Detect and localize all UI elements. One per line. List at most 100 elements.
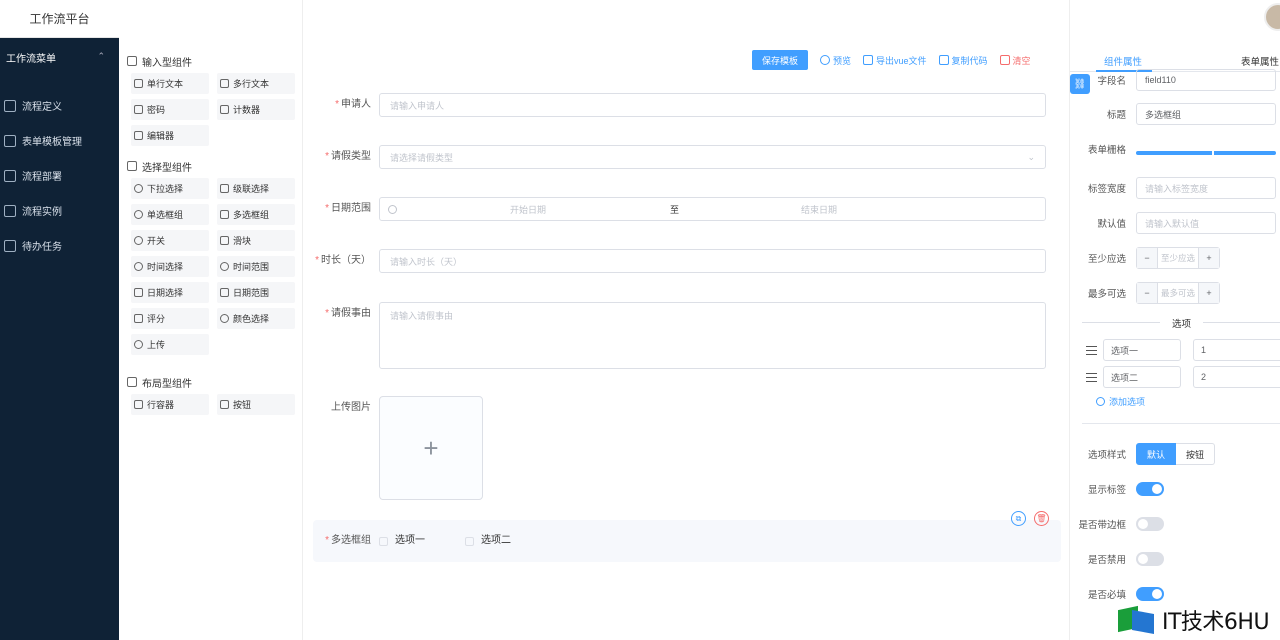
sidebar-item-process-definition[interactable]: 流程定义	[0, 88, 119, 123]
required-switch[interactable]	[1136, 587, 1164, 601]
export-vue-button[interactable]: 导出vue文件	[863, 54, 927, 67]
component-date-picker[interactable]: 日期选择	[131, 282, 209, 303]
form-row-checkbox-group[interactable]: * 多选框组 选项一 选项二	[303, 529, 551, 553]
sidebar-item-deploy[interactable]: 流程部署	[0, 158, 119, 193]
max-input[interactable]: 最多可选	[1157, 283, 1199, 303]
checkbox-group: 选项一 选项二	[379, 529, 551, 553]
component-time-range[interactable]: 时间范围	[217, 256, 295, 277]
component-multi-text[interactable]: 多行文本	[217, 73, 295, 94]
lock-icon	[134, 105, 143, 114]
disabled-switch[interactable]	[1136, 552, 1164, 566]
plus-icon[interactable]: +	[1199, 283, 1219, 303]
checkbox-label: 选项一	[395, 535, 425, 546]
checkbox-option[interactable]: 选项一	[379, 529, 425, 553]
prop-label: 显示标签	[1087, 485, 1126, 496]
copy-label: 复制代码	[951, 55, 988, 66]
component-switch[interactable]: 开关	[131, 230, 209, 251]
option-value-input[interactable]: 2	[1193, 366, 1280, 388]
component-slider[interactable]: 滑块	[217, 230, 295, 251]
component-radio-group[interactable]: 单选框组	[131, 204, 209, 225]
image-uploader[interactable]: +	[379, 396, 483, 500]
prop-label: 至少应选	[1087, 254, 1126, 265]
drag-handle-icon[interactable]	[1086, 345, 1097, 355]
radio-icon	[134, 210, 143, 219]
add-option-button[interactable]: 添加选项	[1096, 395, 1145, 408]
component-select[interactable]: 下拉选择	[131, 178, 209, 199]
checkbox[interactable]	[379, 536, 388, 546]
prop-bordered: 是否带边框	[1070, 517, 1164, 531]
component-upload[interactable]: 上传	[131, 334, 209, 355]
component-counter[interactable]: 计数器	[217, 99, 295, 120]
min-stepper[interactable]: − 至少应选 +	[1136, 247, 1220, 269]
component-cascader[interactable]: 级联选择	[217, 178, 295, 199]
sidebar-item-instances[interactable]: 流程实例	[0, 193, 119, 228]
minus-icon[interactable]: −	[1137, 283, 1157, 303]
checkbox[interactable]	[465, 536, 474, 546]
component-label: 密码	[147, 105, 166, 115]
component-date-range[interactable]: 日期范围	[217, 282, 295, 303]
end-date-placeholder: 结束日期	[801, 204, 838, 215]
component-checkbox-group[interactable]: 多选框组	[217, 204, 295, 225]
calendar-range-icon	[220, 288, 229, 297]
component-time-picker[interactable]: 时间选择	[131, 256, 209, 277]
menu-group-workflow[interactable]: 工作流菜单 ⌃	[0, 38, 119, 76]
preview-button[interactable]: 预览	[820, 54, 851, 67]
form-row-duration[interactable]: * 时长（天） 请输入时长（天）	[303, 249, 1046, 273]
component-button[interactable]: 按钮	[217, 394, 295, 415]
plus-icon: +	[423, 432, 439, 463]
component-row-container[interactable]: 行容器	[131, 394, 209, 415]
delete-row-icon[interactable]: 🗑	[1034, 511, 1049, 526]
counter-icon	[220, 105, 229, 114]
option-style-button[interactable]: 按钮	[1176, 443, 1216, 465]
component-color-picker[interactable]: 颜色选择	[217, 308, 295, 329]
sidebar-item-form-templates[interactable]: 表单模板管理	[0, 123, 119, 158]
form-row-upload[interactable]: 上传图片 +	[303, 396, 483, 500]
option-style-default[interactable]: 默认	[1136, 443, 1177, 465]
tab-component-props[interactable]: 组件属性	[1104, 54, 1142, 68]
form-row-leave-type[interactable]: * 请假类型 请选择请假类型 ⌄	[303, 145, 1046, 169]
min-input[interactable]: 至少应选	[1157, 248, 1199, 268]
max-stepper[interactable]: − 最多可选 +	[1136, 282, 1220, 304]
leave-type-select[interactable]: 请选择请假类型 ⌄	[379, 145, 1046, 169]
copy-row-icon[interactable]: ⧉	[1011, 511, 1026, 526]
tab-form-props[interactable]: 表单属性	[1241, 54, 1279, 68]
row-actions: ⧉ 🗑	[1011, 511, 1049, 526]
form-row-applicant[interactable]: * 申请人 请输入申请人	[303, 93, 1046, 117]
options-section-title: 选项	[1082, 316, 1280, 330]
component-list-input: 单行文本 多行文本 密码 计数器 编辑器	[119, 73, 302, 146]
field-name-input[interactable]: field110	[1136, 69, 1276, 91]
group-title-label: 输入型组件	[142, 57, 192, 69]
form-row-reason[interactable]: * 请假事由 请输入请假事由	[303, 302, 1046, 369]
label-width-input[interactable]: 请输入标签宽度	[1136, 177, 1276, 199]
component-rate[interactable]: 评分	[131, 308, 209, 329]
download-icon	[863, 55, 874, 65]
component-password[interactable]: 密码	[131, 99, 209, 120]
date-range-picker[interactable]: 开始日期 至 结束日期	[379, 197, 1046, 221]
chevron-up-icon: ⌃	[97, 51, 105, 61]
component-single-text[interactable]: 单行文本	[131, 73, 209, 94]
plus-icon[interactable]: +	[1199, 248, 1219, 268]
copy-code-button[interactable]: 复制代码	[938, 54, 988, 67]
grid-span-slider[interactable]	[1136, 150, 1276, 156]
option-value-input[interactable]: 1	[1193, 339, 1280, 361]
field-label: 上传图片	[331, 402, 371, 413]
export-label: 导出vue文件	[876, 55, 927, 66]
reason-textarea[interactable]: 请输入请假事由	[379, 302, 1046, 369]
sidebar-item-todo[interactable]: 待办任务	[0, 228, 119, 263]
option-label-input[interactable]: 选项二	[1103, 366, 1181, 388]
checkbox-option[interactable]: 选项二	[465, 529, 511, 553]
slider-stop	[1212, 150, 1214, 156]
title-input[interactable]: 多选框组	[1136, 103, 1276, 125]
applicant-input[interactable]: 请输入申请人	[379, 93, 1046, 117]
minus-icon[interactable]: −	[1137, 248, 1157, 268]
duration-input[interactable]: 请输入时长（天）	[379, 249, 1046, 273]
drag-handle-icon[interactable]	[1086, 372, 1097, 382]
component-editor[interactable]: 编辑器	[131, 125, 209, 146]
show-label-switch[interactable]	[1136, 482, 1164, 496]
default-value-input[interactable]: 请输入默认值	[1136, 212, 1276, 234]
clear-button[interactable]: 清空	[999, 54, 1031, 67]
option-label-input[interactable]: 选项一	[1103, 339, 1181, 361]
save-template-button[interactable]: 保存模板	[752, 50, 808, 70]
form-row-date-range[interactable]: * 日期范围 开始日期 至 结束日期	[303, 197, 1046, 221]
bordered-switch[interactable]	[1136, 517, 1164, 531]
